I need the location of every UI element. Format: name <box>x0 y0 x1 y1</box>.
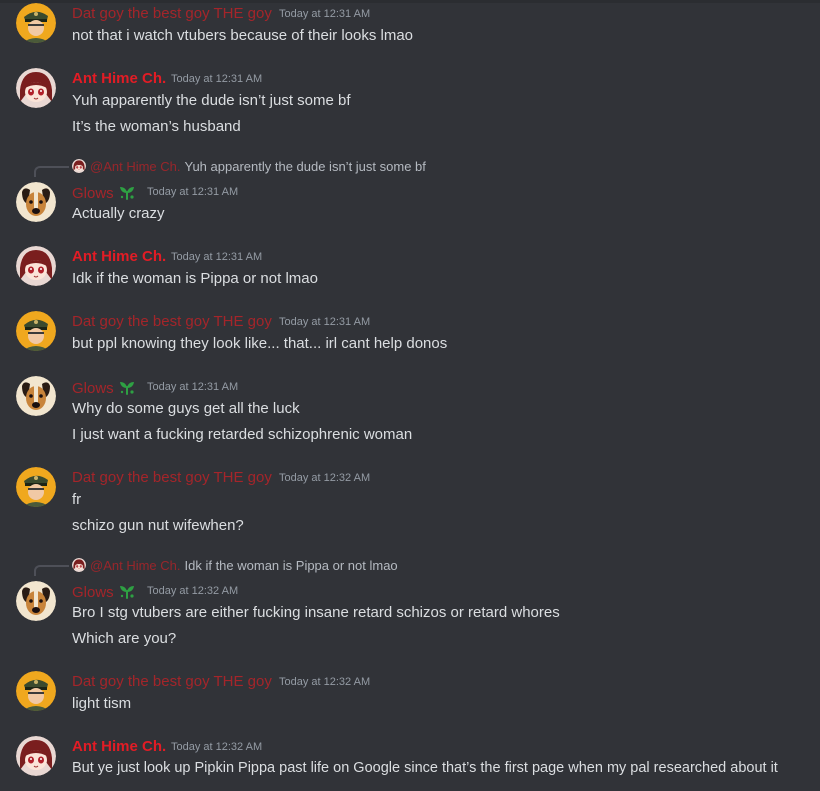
message-text: Actually crazy <box>72 205 165 222</box>
author-name[interactable]: Ant Hime Ch. <box>72 248 166 265</box>
message-text: Why do some guys get all the luck <box>72 400 300 417</box>
sprout-icon <box>118 582 136 600</box>
message-text: not that i watch vtubers because of thei… <box>72 27 414 44</box>
message-text: Yuh apparently the dude isn’t just some … <box>72 92 351 109</box>
avatar[interactable] <box>16 671 56 711</box>
author-name[interactable]: Dat goy the best goy THE goy <box>72 313 272 330</box>
sprout-icon <box>118 378 136 396</box>
avatar[interactable] <box>16 581 56 621</box>
message-text: But ye just look up Pipkin Pippa past li… <box>72 760 778 776</box>
reply-author[interactable]: @Ant Hime Ch. <box>90 558 181 573</box>
timestamp: Today at 12:31 AM <box>171 251 263 263</box>
reply-avatar <box>72 558 86 572</box>
message-text: fr <box>72 491 82 508</box>
author-name[interactable]: Dat goy the best goy THE goy <box>72 673 272 690</box>
author-name[interactable]: Dat goy the best goy THE goy <box>72 469 272 486</box>
message-text: It’s the woman’s husband <box>72 118 241 135</box>
reply-connector <box>34 565 69 576</box>
reply-connector <box>34 166 69 177</box>
timestamp: Today at 12:32 AM <box>171 741 263 753</box>
timestamp: Today at 12:31 AM <box>171 73 263 85</box>
author-name[interactable]: Glows <box>72 183 136 202</box>
reply-preview[interactable]: @Ant Hime Ch. Idk if the woman is Pippa o… <box>72 558 398 574</box>
reply-author[interactable]: @Ant Hime Ch. <box>90 159 181 174</box>
message-text: schizo gun nut wifewhen? <box>72 517 244 534</box>
message-text: Which are you? <box>72 630 177 647</box>
avatar[interactable] <box>16 246 56 286</box>
message-text: Bro I stg vtubers are either fucking ins… <box>72 604 560 621</box>
top-divider <box>0 0 820 3</box>
avatar[interactable] <box>16 467 56 507</box>
avatar[interactable] <box>16 68 56 108</box>
avatar[interactable] <box>16 376 56 416</box>
author-name[interactable]: Glows <box>72 378 136 397</box>
reply-avatar <box>72 159 86 173</box>
timestamp: Today at 12:32 AM <box>279 472 371 484</box>
reply-preview[interactable]: @Ant Hime Ch. Yuh apparently the dude isn… <box>72 159 426 175</box>
sprout-icon <box>118 183 136 201</box>
timestamp: Today at 12:31 AM <box>147 186 239 198</box>
author-name[interactable]: Ant Hime Ch. <box>72 70 166 87</box>
timestamp: Today at 12:31 AM <box>279 316 371 328</box>
message-text: light tism <box>72 695 132 712</box>
author-name[interactable]: Glows <box>72 582 136 601</box>
avatar[interactable] <box>16 3 56 43</box>
message-text: but ppl knowing they look like... that..… <box>72 335 448 352</box>
timestamp: Today at 12:31 AM <box>279 8 371 20</box>
message-text: I just want a fucking retarded schizophr… <box>72 426 413 443</box>
avatar[interactable] <box>16 736 56 776</box>
author-name[interactable]: Ant Hime Ch. <box>72 738 166 755</box>
timestamp: Today at 12:32 AM <box>147 585 239 597</box>
reply-text[interactable]: Idk if the woman is Pippa or not lmao <box>185 558 398 573</box>
reply-text[interactable]: Yuh apparently the dude isn’t just some … <box>185 159 426 174</box>
avatar[interactable] <box>16 311 56 351</box>
avatar[interactable] <box>16 182 56 222</box>
author-name[interactable]: Dat goy the best goy THE goy <box>72 5 272 22</box>
timestamp: Today at 12:32 AM <box>279 676 371 688</box>
message-text: Idk if the woman is Pippa or not lmao <box>72 270 318 287</box>
timestamp: Today at 12:31 AM <box>147 381 239 393</box>
